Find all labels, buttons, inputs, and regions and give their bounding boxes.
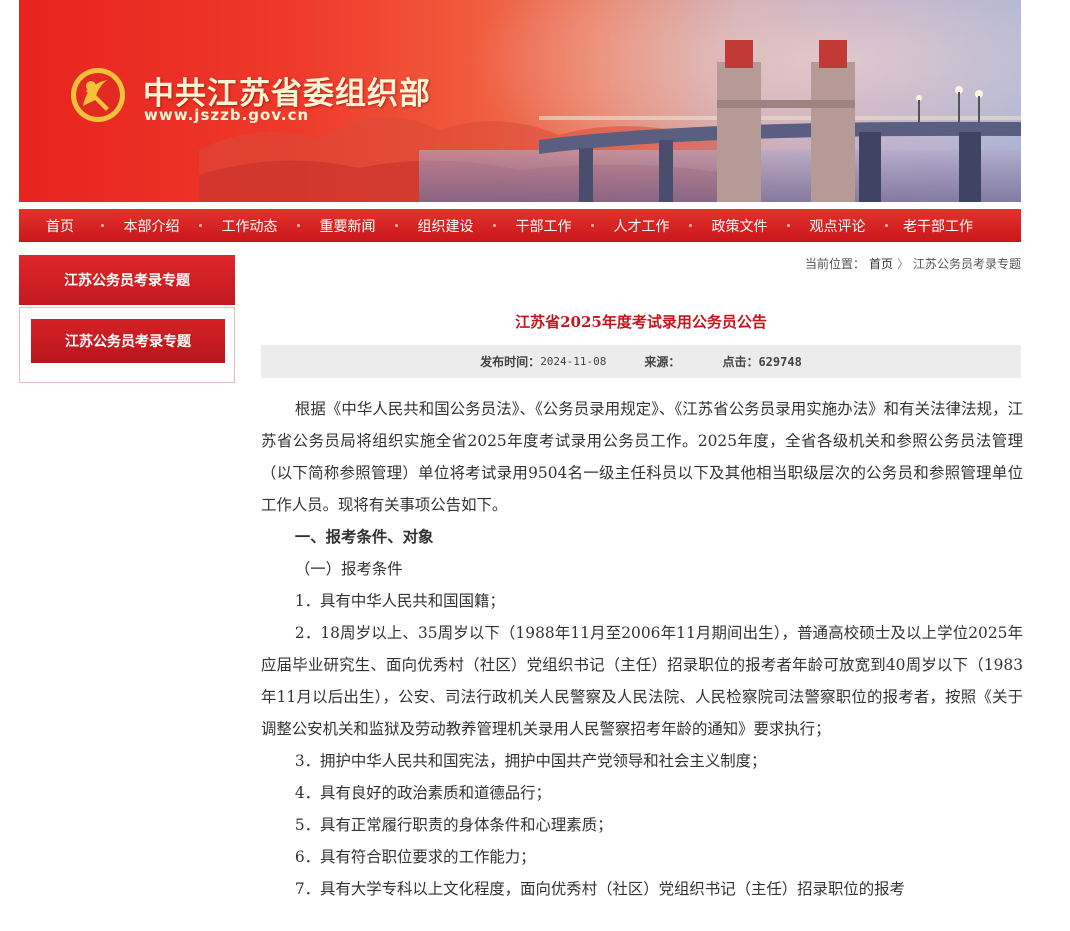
- nav-item-about[interactable]: 本部介绍: [104, 209, 199, 242]
- nav-item-work-news[interactable]: 工作动态: [202, 209, 297, 242]
- nav-item-veteran-cadre[interactable]: 老干部工作: [888, 209, 988, 242]
- article-body: 根据《中华人民共和国公务员法》、《公务员录用规定》、《江苏省公务员录用实施办法》…: [261, 393, 1023, 905]
- nav-item-talent[interactable]: 人才工作: [594, 209, 689, 242]
- sidebar-box: 江苏公务员考录专题: [19, 307, 235, 383]
- article-paragraph: 1．具有中华人民共和国国籍；: [294, 592, 505, 610]
- party-emblem-icon: [71, 68, 125, 122]
- publish-time-label: 发布时间：: [480, 355, 541, 369]
- article-paragraph: 3．拥护中华人民共和国宪法，拥护中国共产党领导和社会主义制度；: [294, 752, 767, 770]
- sidebar-item-exam-topic[interactable]: 江苏公务员考录专题: [31, 319, 225, 363]
- breadcrumb-prefix: 当前位置：: [804, 257, 865, 271]
- article-meta: 发布时间： 2024-11-08 来源： 点击： 629748: [261, 345, 1021, 378]
- article-paragraph: 7．具有大学专科以上文化程度，面向优秀村（社区）党组织书记（主任）招录职位的报考: [294, 880, 905, 898]
- article-paragraph: 4．具有良好的政治素质和道德品行；: [294, 784, 551, 802]
- subsection-heading: （一）报考条件: [294, 560, 403, 578]
- site-banner: 中共江苏省委组织部 www.jszzb.gov.cn: [19, 0, 1021, 202]
- article-paragraph: 5．具有正常履行职责的身体条件和心理素质；: [294, 816, 613, 834]
- breadcrumb: 当前位置： 首页 〉 江苏公务员考录专题: [805, 255, 1021, 272]
- sidebar-heading: 江苏公务员考录专题: [19, 255, 235, 305]
- main-nav: 首页 本部介绍 工作动态 重要新闻 组织建设 干部工作 人才工作 政策文件 观点…: [19, 209, 1021, 242]
- publish-time-value: 2024-11-08: [540, 355, 607, 368]
- site-url: www.jszzb.gov.cn: [144, 106, 310, 124]
- nav-item-cadre[interactable]: 干部工作: [496, 209, 591, 242]
- nav-item-opinion[interactable]: 观点评论: [790, 209, 885, 242]
- article-title: 江苏省2025年度考试录用公务员公告: [515, 313, 767, 331]
- clicks-label: 点击：: [722, 355, 759, 369]
- source-label: 来源：: [644, 355, 681, 369]
- breadcrumb-current[interactable]: 江苏公务员考录专题: [913, 255, 1021, 272]
- nav-item-home[interactable]: 首页: [19, 209, 101, 242]
- bridge-illustration: [539, 40, 1021, 202]
- breadcrumb-separator-icon: 〉: [896, 257, 909, 271]
- clicks-value: 629748: [758, 354, 802, 369]
- nav-item-important-news[interactable]: 重要新闻: [300, 209, 395, 242]
- breadcrumb-home-link[interactable]: 首页: [869, 255, 893, 272]
- nav-item-policy[interactable]: 政策文件: [692, 209, 787, 242]
- article-paragraph: 6．具有符合职位要求的工作能力；: [294, 848, 536, 866]
- nav-item-organization[interactable]: 组织建设: [398, 209, 493, 242]
- article-paragraph: 2．18周岁以上、35周岁以下（1988年11月至2006年11月期间出生），普…: [261, 624, 1023, 738]
- section-heading: 一、报考条件、对象: [294, 528, 434, 546]
- article-paragraph: 根据《中华人民共和国公务员法》、《公务员录用规定》、《江苏省公务员录用实施办法》…: [261, 400, 1023, 514]
